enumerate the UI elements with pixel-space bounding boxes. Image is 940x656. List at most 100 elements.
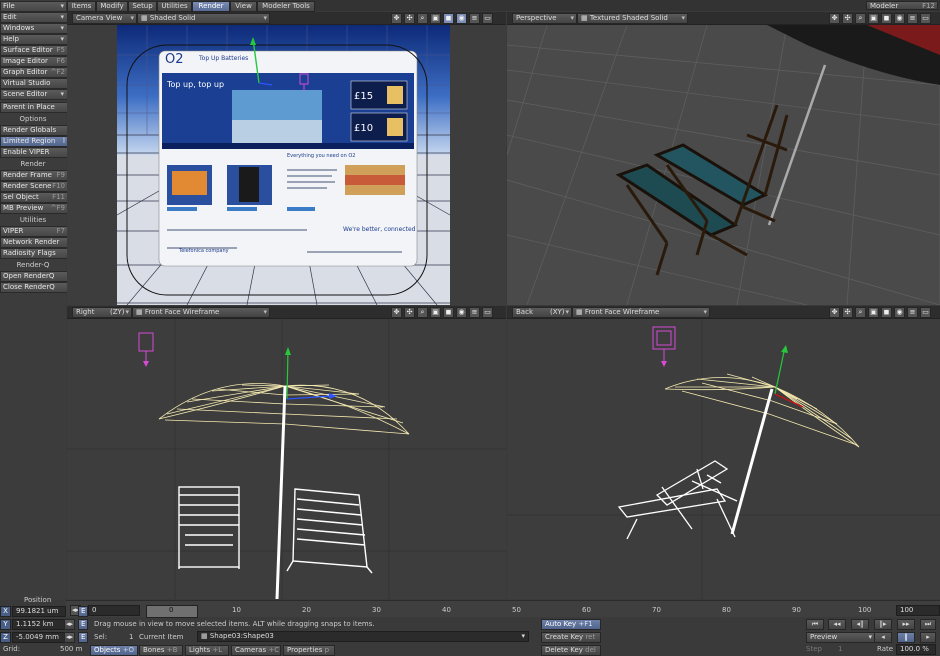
mb-preview-button[interactable]: MB Preview ^F9 xyxy=(0,203,68,214)
viewport-layout-icon[interactable]: ▭ xyxy=(920,13,931,24)
create-key-button[interactable]: Create Key ret xyxy=(541,632,601,643)
enable-viper-button[interactable]: Enable VIPER xyxy=(0,147,68,158)
render-mode-select[interactable]: ▦ Front Face Wireframe xyxy=(132,307,270,318)
fit-view-icon[interactable]: ▣ xyxy=(868,307,879,318)
zoom-view-icon[interactable]: ⌕ xyxy=(855,307,866,318)
view-type-select[interactable]: Right (ZY) xyxy=(72,307,132,318)
edit-menu[interactable]: Edit xyxy=(0,12,68,23)
bones-tab[interactable]: Bones +B xyxy=(139,645,183,656)
render-mode-select[interactable]: ▦ Shaded Solid xyxy=(137,13,270,24)
surface-editor-button[interactable]: Surface Editor F5 xyxy=(0,45,68,56)
fit-view-icon[interactable]: ▣ xyxy=(430,13,441,24)
right-viewport-canvas[interactable] xyxy=(67,319,506,599)
virtual-studio-button[interactable]: Virtual Studio xyxy=(0,78,68,89)
viper-button[interactable]: VIPER F7 xyxy=(0,226,68,237)
viewport-layout-icon[interactable]: ▭ xyxy=(482,307,493,318)
z-envelope-button[interactable]: E xyxy=(78,632,89,643)
timeline[interactable]: 0 ◂▸ 0 10 20 30 40 50 60 70 80 90 100 10… xyxy=(66,600,940,618)
prev-key-icon[interactable]: ◂◂ xyxy=(828,619,846,630)
viewport-layout-icon[interactable]: ▭ xyxy=(482,13,493,24)
tab-setup[interactable]: Setup xyxy=(128,1,157,12)
tab-modeler-tools[interactable]: Modeler Tools xyxy=(257,1,315,12)
fit-view-icon[interactable]: ▣ xyxy=(868,13,879,24)
move-view-icon[interactable]: ✥ xyxy=(829,13,840,24)
rate-field[interactable]: 100.0 % xyxy=(896,644,936,655)
z-nudge-icon[interactable]: ◂▸ xyxy=(64,632,76,643)
frame-end-field[interactable]: 100 xyxy=(896,605,940,616)
radiosity-flags-button[interactable]: Radiosity Flags xyxy=(0,248,68,259)
zoom-view-icon[interactable]: ⌕ xyxy=(855,13,866,24)
viewport-layout-icon[interactable]: ▭ xyxy=(920,307,931,318)
viewport-camera[interactable]: Camera View ▦ Shaded Solid ✥ ✣ ⌕ ▣ ◼ ◉ ≡… xyxy=(67,12,506,305)
rotate-view-icon[interactable]: ✣ xyxy=(842,307,853,318)
render-globals-button[interactable]: Render Globals xyxy=(0,125,68,136)
current-item-select[interactable]: ▦ Shape03:Shape03 ▾ xyxy=(197,631,529,642)
move-view-icon[interactable]: ✥ xyxy=(391,307,402,318)
maximize-view-icon[interactable]: ◼ xyxy=(443,13,454,24)
view-type-select[interactable]: Back (XY) xyxy=(512,307,572,318)
close-renderq-button[interactable]: Close RenderQ xyxy=(0,282,68,293)
position-y-field[interactable]: 1.1152 km xyxy=(12,619,66,630)
render-mode-select[interactable]: ▦ Textured Shaded Solid xyxy=(577,13,688,24)
auto-key-button[interactable]: Auto Key +F1 xyxy=(541,619,601,630)
tab-modify[interactable]: Modify xyxy=(96,1,128,12)
move-view-icon[interactable]: ✥ xyxy=(391,13,402,24)
windows-menu[interactable]: Windows xyxy=(0,23,68,34)
tab-render[interactable]: Render xyxy=(192,1,230,12)
image-editor-button[interactable]: Image Editor F6 xyxy=(0,56,68,67)
viewport-right[interactable]: Right (ZY) ▦ Front Face Wireframe ✥ ✣ ⌕ ▣… xyxy=(67,306,506,599)
tab-view[interactable]: View xyxy=(230,1,257,12)
camera-viewport-canvas[interactable]: O2 Top Up Batteries Top up, top up £15 £… xyxy=(67,25,506,305)
back-viewport-canvas[interactable] xyxy=(507,319,940,599)
zoom-view-icon[interactable]: ⌕ xyxy=(417,13,428,24)
modeler-button[interactable]: Modeler F12 xyxy=(866,1,938,10)
objects-tab[interactable]: Objects +O xyxy=(90,645,138,656)
play-reverse-icon[interactable]: ◂ xyxy=(874,632,892,643)
view-type-select[interactable]: Perspective xyxy=(512,13,577,24)
position-x-field[interactable]: 99.1821 um xyxy=(12,606,66,617)
camera-render-icon[interactable]: ◉ xyxy=(894,307,905,318)
help-menu[interactable]: Help xyxy=(0,34,68,45)
pause-icon[interactable]: ‖ xyxy=(897,632,915,643)
delete-key-button[interactable]: Delete Key del xyxy=(541,645,601,656)
graph-editor-button[interactable]: Graph Editor ^F2 xyxy=(0,67,68,78)
play-forward-icon[interactable]: ▸ xyxy=(920,632,936,643)
render-mode-select[interactable]: ▦ Front Face Wireframe xyxy=(572,307,710,318)
limited-region-button[interactable]: Limited Region l xyxy=(0,136,68,147)
y-envelope-button[interactable]: E xyxy=(78,619,89,630)
next-frame-icon[interactable]: ‖▸ xyxy=(874,619,892,630)
sel-object-button[interactable]: Sel Object F11 xyxy=(0,192,68,203)
zoom-view-icon[interactable]: ⌕ xyxy=(417,307,428,318)
preview-select[interactable]: Preview ▾ xyxy=(806,632,876,643)
view-options-icon[interactable]: ≡ xyxy=(907,307,918,318)
x-envelope-button[interactable]: E xyxy=(78,606,89,617)
perspective-viewport-canvas[interactable] xyxy=(507,25,940,305)
network-render-button[interactable]: Network Render xyxy=(0,237,68,248)
prev-frame-icon[interactable]: ◂‖ xyxy=(851,619,869,630)
lights-tab[interactable]: Lights +L xyxy=(185,645,229,656)
render-scene-button[interactable]: Render Scene F10 xyxy=(0,181,68,192)
view-options-icon[interactable]: ≡ xyxy=(907,13,918,24)
view-type-select[interactable]: Camera View xyxy=(72,13,137,24)
y-nudge-icon[interactable]: ◂▸ xyxy=(64,619,76,630)
scene-editor-button[interactable]: Scene Editor xyxy=(0,89,68,100)
view-options-icon[interactable]: ≡ xyxy=(469,307,480,318)
view-options-icon[interactable]: ≡ xyxy=(469,13,480,24)
next-key-icon[interactable]: ▸▸ xyxy=(897,619,915,630)
first-frame-icon[interactable]: ⏮ xyxy=(806,619,824,630)
maximize-view-icon[interactable]: ◼ xyxy=(443,307,454,318)
maximize-view-icon[interactable]: ◼ xyxy=(881,13,892,24)
file-menu[interactable]: File xyxy=(0,1,68,12)
last-frame-icon[interactable]: ⏭ xyxy=(920,619,936,630)
frame-start-field[interactable]: 0 xyxy=(88,605,140,616)
viewport-back[interactable]: Back(XY) ▦ Front Face Wireframe ✥ ✣ ⌕ ▣ … xyxy=(507,306,940,599)
camera-render-icon[interactable]: ◉ xyxy=(456,13,467,24)
render-frame-button[interactable]: Render Frame F9 xyxy=(0,170,68,181)
viewport-perspective[interactable]: Perspective ▦ Textured Shaded Solid ✥ ✣ … xyxy=(507,12,940,305)
fit-view-icon[interactable]: ▣ xyxy=(430,307,441,318)
maximize-view-icon[interactable]: ◼ xyxy=(881,307,892,318)
move-view-icon[interactable]: ✥ xyxy=(829,307,840,318)
cameras-tab[interactable]: Cameras +C xyxy=(231,645,281,656)
rotate-view-icon[interactable]: ✣ xyxy=(404,13,415,24)
camera-render-icon[interactable]: ◉ xyxy=(894,13,905,24)
